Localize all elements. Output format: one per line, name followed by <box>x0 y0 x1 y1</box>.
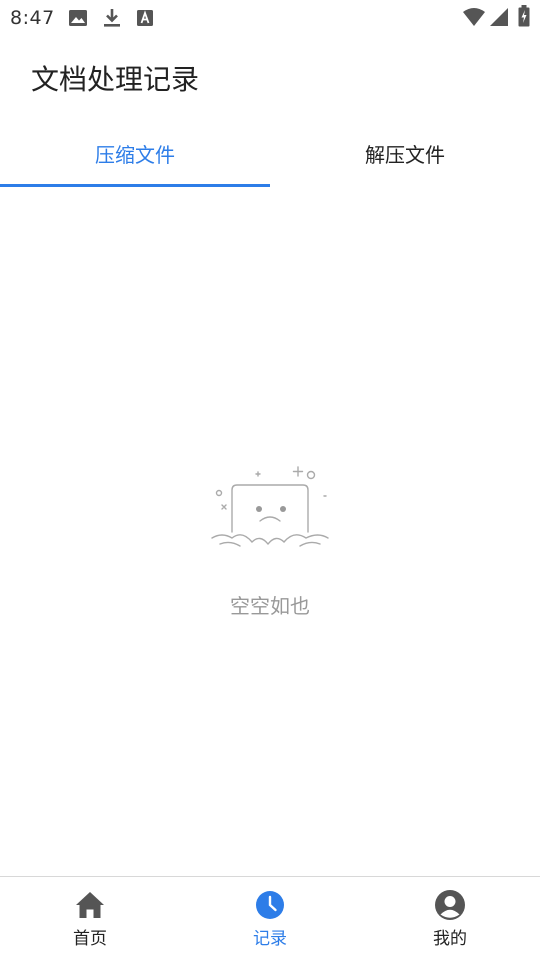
download-icon <box>102 8 122 32</box>
wifi-icon <box>462 7 486 31</box>
keyboard-a-icon <box>135 8 155 32</box>
tab-label: 解压文件 <box>365 142 445 167</box>
tab-bar: 压缩文件 解压文件 <box>0 118 540 188</box>
empty-state-text: 空空如也 <box>230 594 310 618</box>
nav-item-home[interactable]: 首页 <box>0 877 180 961</box>
nav-item-profile[interactable]: 我的 <box>360 877 540 961</box>
home-icon <box>74 889 106 921</box>
image-icon <box>68 8 88 32</box>
nav-label-records: 记录 <box>253 929 287 949</box>
user-icon <box>434 889 466 921</box>
nav-item-records[interactable]: 记录 <box>180 877 360 961</box>
active-tab-indicator <box>0 184 270 187</box>
signal-icon <box>489 7 509 31</box>
tab-decompressed-files[interactable]: 解压文件 <box>270 118 540 188</box>
tab-compressed-files[interactable]: 压缩文件 <box>0 118 270 188</box>
tab-label: 压缩文件 <box>95 142 175 167</box>
page-title: 文档处理记录 <box>31 63 200 96</box>
empty-box-sad-icon <box>210 458 330 558</box>
clock-icon <box>254 889 286 921</box>
battery-icon <box>518 5 530 31</box>
nav-label-profile: 我的 <box>433 929 467 949</box>
nav-label-home: 首页 <box>73 929 107 949</box>
status-bar: 8:47 <box>0 0 540 36</box>
status-time: 8:47 <box>10 7 55 29</box>
bottom-nav: 首页 记录 我的 <box>0 876 540 961</box>
